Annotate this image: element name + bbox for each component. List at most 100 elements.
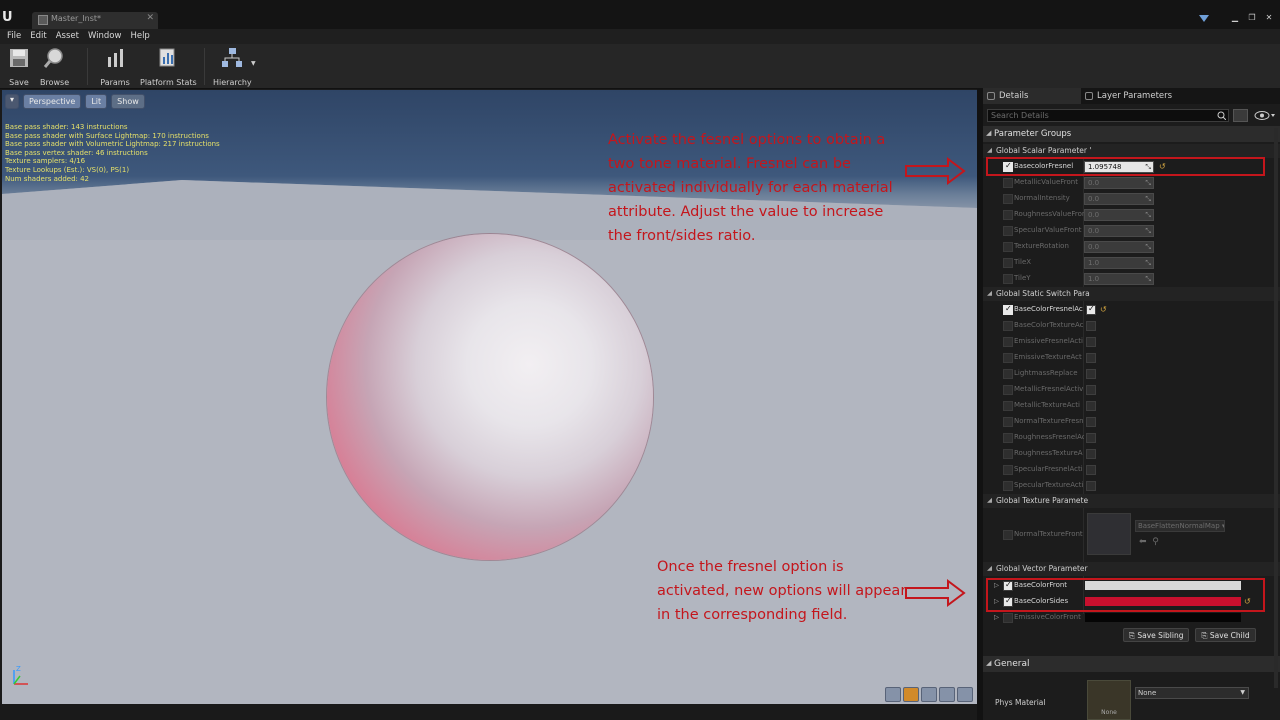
reset-to-default-icon[interactable]: ↺ (1100, 305, 1107, 314)
preview-plane-button[interactable] (921, 687, 937, 702)
notification-icon[interactable] (1198, 13, 1210, 23)
preview-sphere-button[interactable] (903, 687, 919, 702)
param-value-field[interactable]: 0.0 ⤡ (1084, 209, 1154, 221)
switch-value-checkbox[interactable] (1086, 385, 1096, 395)
param-value-field[interactable]: 1.0 ⤡ (1084, 273, 1154, 285)
switch-value-checkbox[interactable] (1086, 369, 1096, 379)
parameter-groups-header[interactable]: ◢ Parameter Groups (983, 126, 1280, 142)
param-enable-checkbox[interactable] (1003, 258, 1013, 268)
platform-stats-button[interactable]: Platform Stats (140, 47, 197, 87)
tab-details[interactable]: Details (983, 88, 1081, 104)
param-enable-checkbox[interactable] (1003, 465, 1013, 475)
general-header[interactable]: ◢ General (983, 656, 1280, 672)
param-value-field[interactable]: 0.0 ⤡ (1084, 225, 1154, 237)
drag-arrows-icon: ⤡ (1145, 211, 1151, 219)
param-enable-checkbox[interactable] (1003, 401, 1013, 411)
switch-value-checkbox[interactable] (1086, 465, 1096, 475)
hierarchy-dropdown-icon[interactable]: ▼ (251, 60, 256, 67)
param-value-field[interactable]: 0.0 ⤡ (1084, 177, 1154, 189)
eye-icon[interactable] (1253, 109, 1277, 122)
menu-edit[interactable]: Edit (29, 29, 54, 44)
texture-asset-picker[interactable]: BaseFlattenNormalMap ▾ (1135, 520, 1225, 532)
param-enable-checkbox[interactable] (1003, 433, 1013, 443)
close-button[interactable]: ✕ (1262, 12, 1276, 23)
document-tab[interactable]: Master_Inst* ✕ (32, 12, 158, 29)
save-button[interactable]: Save (7, 47, 31, 87)
switch-value-checkbox[interactable] (1086, 449, 1096, 459)
menu-window[interactable]: Window (87, 29, 130, 44)
search-details-input[interactable]: Search Details (987, 109, 1229, 122)
preview-cube-button[interactable] (939, 687, 955, 702)
param-value-field[interactable]: 1.0 ⤡ (1084, 257, 1154, 269)
param-enable-checkbox[interactable] (1003, 226, 1013, 236)
maximize-button[interactable]: ❐ (1245, 12, 1259, 23)
save-child-button[interactable]: ⎘ Save Child (1195, 628, 1256, 642)
phys-material-picker[interactable]: None ▼ (1135, 687, 1249, 699)
param-enable-checkbox[interactable] (1003, 274, 1013, 284)
param-enable-checkbox[interactable] (1003, 337, 1013, 347)
expand-icon[interactable]: ▷ (994, 613, 999, 621)
param-row: RoughnessValueFront 0.0 ⤡ (983, 207, 1280, 223)
switch-value-checkbox[interactable] (1086, 481, 1096, 491)
switch-value-checkbox[interactable] (1086, 401, 1096, 411)
color-swatch[interactable] (1085, 613, 1241, 622)
texture-thumbnail[interactable] (1087, 513, 1131, 555)
switch-row: RoughnessFresnelAc (983, 430, 1280, 446)
phys-material-thumbnail[interactable]: None (1087, 680, 1131, 720)
drag-arrows-icon: ⤡ (1145, 195, 1151, 203)
use-selected-arrow-icon[interactable]: ⬅ (1139, 537, 1147, 547)
param-enable-checkbox[interactable] (1003, 242, 1013, 252)
collapse-icon: ◢ (987, 289, 992, 297)
viewport-options-button[interactable]: ▾ (5, 94, 19, 109)
lit-button[interactable]: Lit (85, 94, 108, 109)
browse-asset-icon[interactable]: ⚲ (1152, 537, 1159, 547)
param-name: TextureRotation (1014, 242, 1069, 250)
property-matrix-button[interactable] (1233, 109, 1248, 122)
param-enable-checkbox[interactable] (1003, 304, 1013, 315)
collapse-icon: ◢ (987, 146, 992, 154)
title-bar: U Master_Inst* ✕ ▁ ❐ ✕ (0, 0, 1280, 29)
param-enable-checkbox[interactable] (1003, 613, 1013, 623)
param-value-field[interactable]: 0.0 ⤡ (1084, 193, 1154, 205)
preview-cylinder-button[interactable] (885, 687, 901, 702)
menu-help[interactable]: Help (129, 29, 157, 44)
scalar-group-header[interactable]: ◢ Global Scalar Parameter ' (983, 144, 1280, 158)
drag-arrows-icon: ⤡ (1145, 227, 1151, 235)
menu-asset[interactable]: Asset (55, 29, 87, 44)
panel-scrollbar[interactable] (1274, 128, 1278, 688)
texture-group-header[interactable]: ◢ Global Texture Paramete (983, 494, 1280, 508)
preview-viewport[interactable]: ▾ Perspective Lit Show Base pass shader:… (2, 90, 977, 704)
menu-file[interactable]: File (6, 29, 29, 44)
param-enable-checkbox[interactable] (1003, 417, 1013, 427)
params-button[interactable]: Params (100, 47, 130, 87)
switch-value-checkbox[interactable] (1086, 417, 1096, 427)
param-enable-checkbox[interactable] (1003, 385, 1013, 395)
param-enable-checkbox[interactable] (1003, 321, 1013, 331)
show-button[interactable]: Show (111, 94, 145, 109)
tab-layer-parameters[interactable]: Layer Parameters (1081, 88, 1178, 104)
param-enable-checkbox[interactable] (1003, 210, 1013, 220)
switch-value-checkbox[interactable] (1086, 304, 1096, 315)
vector-group-header[interactable]: ◢ Global Vector Parameter (983, 562, 1280, 576)
switch-value-checkbox[interactable] (1086, 337, 1096, 347)
param-enable-checkbox[interactable] (1003, 194, 1013, 204)
minimize-button[interactable]: ▁ (1228, 12, 1242, 23)
hierarchy-button[interactable]: Hierarchy (213, 47, 252, 87)
param-enable-checkbox[interactable] (1003, 481, 1013, 491)
param-enable-checkbox[interactable] (1003, 369, 1013, 379)
switch-value-checkbox[interactable] (1086, 433, 1096, 443)
param-enable-checkbox[interactable] (1003, 178, 1013, 188)
switch-value-checkbox[interactable] (1086, 321, 1096, 331)
tab-close-icon[interactable]: ✕ (146, 13, 154, 23)
switch-value-checkbox[interactable] (1086, 353, 1096, 363)
param-enable-checkbox[interactable] (1003, 353, 1013, 363)
static-switch-group-header[interactable]: ◢ Global Static Switch Para (983, 287, 1280, 301)
save-sibling-button[interactable]: ⎘ Save Sibling (1123, 628, 1190, 642)
preview-mesh-button[interactable] (957, 687, 973, 702)
param-name: Phys Material (995, 698, 1046, 707)
param-enable-checkbox[interactable] (1003, 449, 1013, 459)
param-enable-checkbox[interactable] (1003, 530, 1013, 540)
browse-button[interactable]: Browse (40, 47, 69, 87)
perspective-button[interactable]: Perspective (23, 94, 82, 109)
param-value-field[interactable]: 0.0 ⤡ (1084, 241, 1154, 253)
